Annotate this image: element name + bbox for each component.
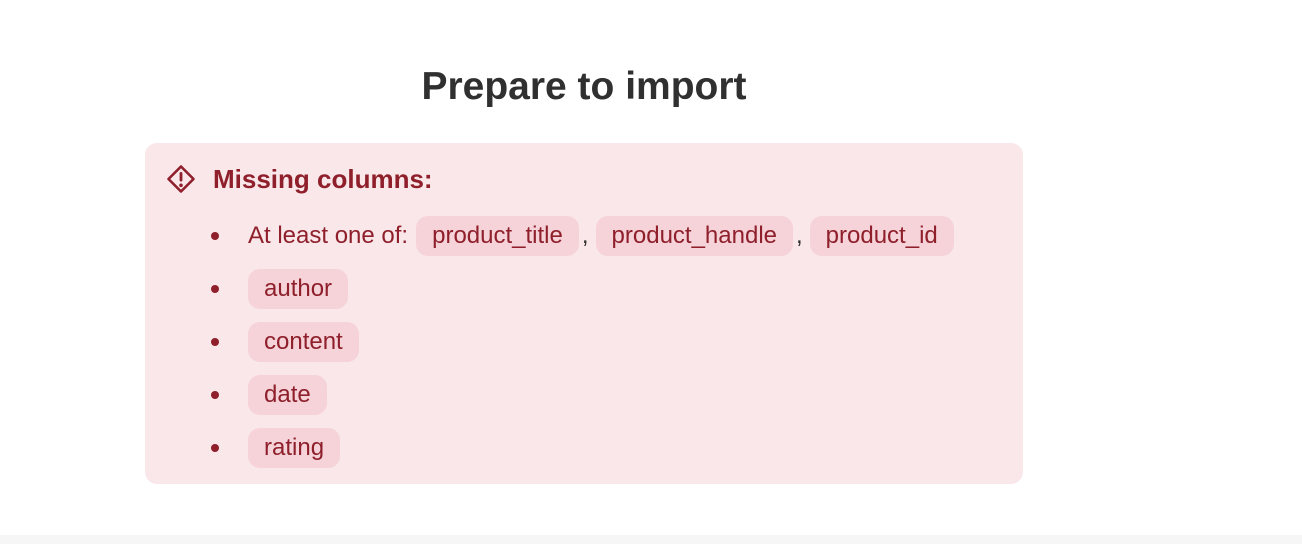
banner-title: Missing columns: (213, 164, 433, 194)
list-item: author (211, 269, 954, 309)
bullet (211, 232, 219, 240)
separator: , (581, 222, 589, 249)
bullet (211, 285, 219, 293)
column-chip-product-handle: product_handle (595, 216, 793, 256)
separator: , (796, 222, 803, 249)
bullet (211, 391, 219, 399)
column-chip-content: content (248, 322, 359, 362)
missing-columns-banner: Missing columns: At least one of: produc… (145, 143, 1023, 484)
missing-columns-list: At least one of: product_title , product… (211, 216, 954, 481)
alert-diamond-icon (165, 163, 197, 195)
bullet (211, 338, 219, 346)
footer-strip (0, 535, 1302, 544)
list-item: rating (211, 428, 954, 468)
banner-header: Missing columns: (165, 163, 433, 195)
list-item: date (211, 375, 954, 415)
column-chip-rating: rating (248, 428, 341, 468)
list-item: At least one of: product_title , product… (211, 216, 954, 256)
page-title: Prepare to import (421, 65, 747, 108)
list-item: content (211, 322, 954, 362)
column-chip-product-title: product_title (416, 216, 579, 256)
at-least-one-label: At least one of: (248, 222, 409, 249)
bullet (211, 444, 219, 452)
column-chip-product-id: product_id (809, 216, 954, 256)
column-chip-author: author (248, 269, 349, 309)
column-chip-date: date (248, 375, 327, 415)
